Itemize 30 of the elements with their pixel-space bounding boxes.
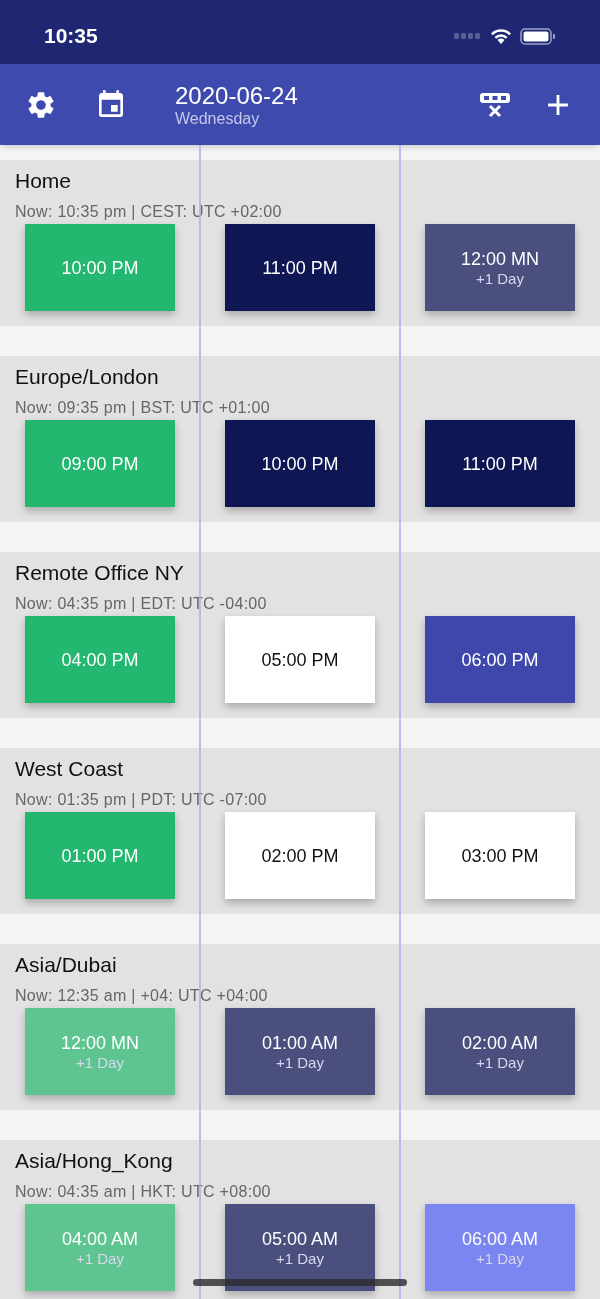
timezone-name: Asia/Hong_Kong bbox=[15, 1148, 174, 1174]
time-slot[interactable]: 06:00 PM bbox=[425, 616, 575, 703]
header-weekday: Wednesday bbox=[175, 109, 261, 128]
time-slot[interactable]: 05:00 PM bbox=[225, 616, 375, 703]
status-time: 10:35 bbox=[44, 23, 98, 50]
time-slot[interactable]: 10:00 PM bbox=[225, 420, 375, 507]
time-slot[interactable]: 11:00 PM bbox=[225, 224, 375, 311]
remove-row-icon[interactable] bbox=[479, 90, 511, 119]
timezone-info: Now: 12:35 am | +04: UTC +04:00 bbox=[15, 986, 269, 1006]
time-slot[interactable]: 02:00 PM bbox=[225, 812, 375, 899]
timezone-name: Europe/London bbox=[15, 364, 160, 390]
timezone-name: West Coast bbox=[15, 756, 125, 782]
timezone-name: Remote Office NY bbox=[15, 560, 185, 586]
timezone-name: Home bbox=[15, 168, 73, 194]
signal-icon bbox=[454, 33, 482, 39]
timezone-info: Now: 04:35 pm | EDT: UTC -04:00 bbox=[15, 594, 268, 614]
time-slot[interactable]: 02:00 AM +1 Day bbox=[425, 1008, 575, 1095]
timezone-name: Asia/Dubai bbox=[15, 952, 118, 978]
timezone-info: Now: 01:35 pm | PDT: UTC -07:00 bbox=[15, 790, 268, 810]
timezone-info: Now: 10:35 pm | CEST: UTC +02:00 bbox=[15, 202, 283, 222]
time-slot[interactable]: 03:00 PM bbox=[425, 812, 575, 899]
timezone-info: Now: 09:35 pm | BST: UTC +01:00 bbox=[15, 398, 271, 418]
timezone-info: Now: 04:35 am | HKT: UTC +08:00 bbox=[15, 1182, 272, 1202]
time-slot[interactable]: 12:00 MN +1 Day bbox=[425, 224, 575, 311]
time-slot[interactable]: 05:00 AM +1 Day bbox=[225, 1204, 375, 1291]
time-slot[interactable]: 11:00 PM bbox=[425, 420, 575, 507]
battery-icon bbox=[520, 27, 556, 45]
wifi-icon bbox=[490, 28, 512, 44]
time-slot[interactable]: 01:00 AM +1 Day bbox=[225, 1008, 375, 1095]
header-date[interactable]: 2020-06-24 bbox=[175, 81, 298, 110]
